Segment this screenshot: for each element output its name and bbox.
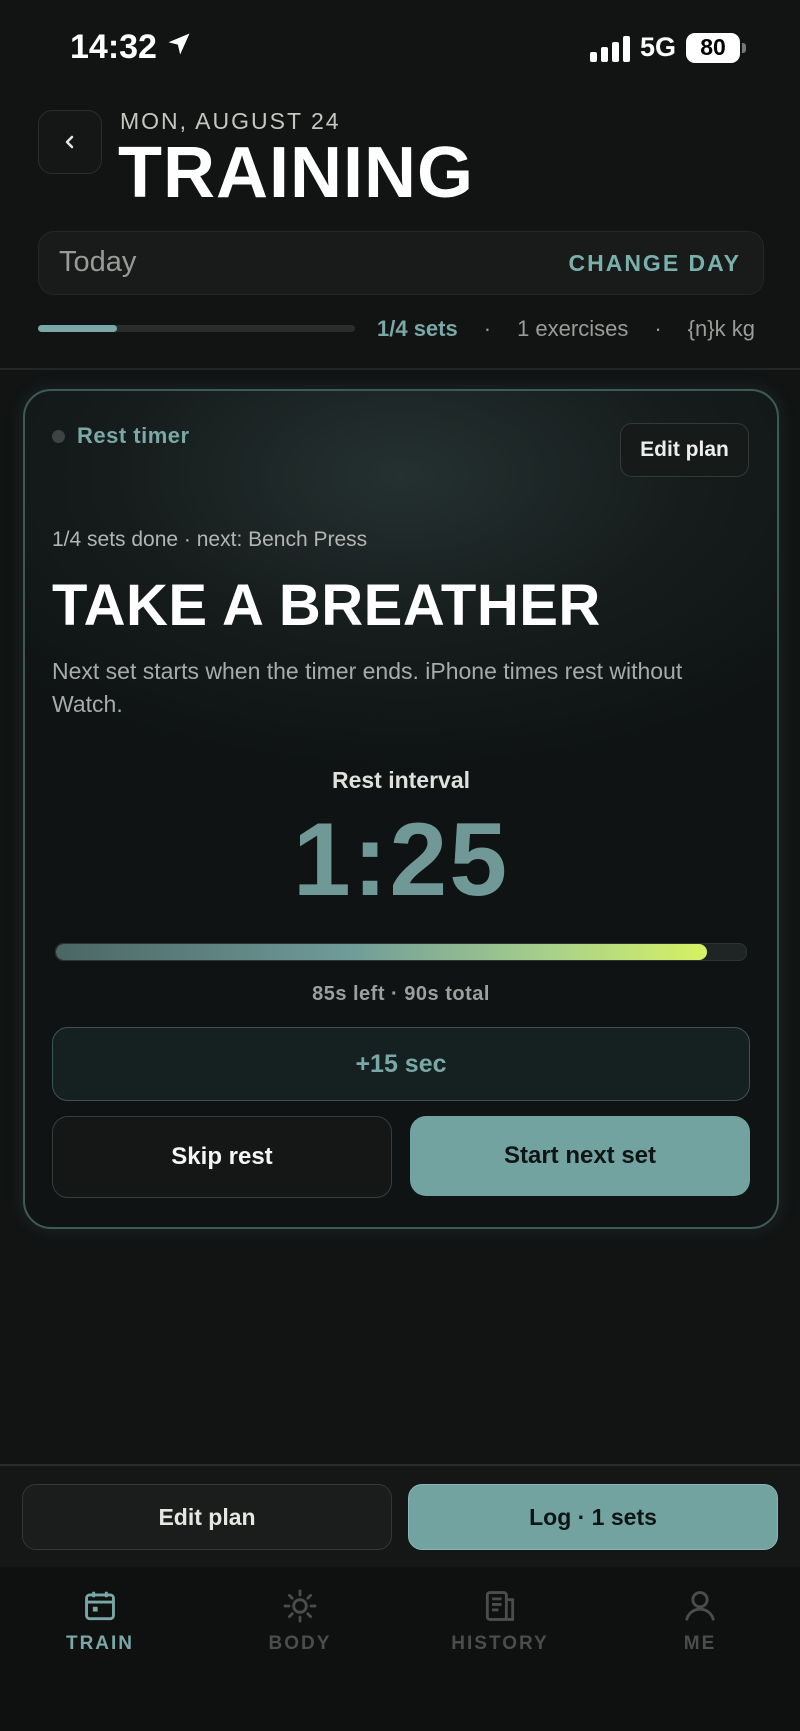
status-time: 14:32: [70, 28, 193, 67]
back-button[interactable]: [38, 110, 102, 174]
tab-label: TRAIN: [65, 1633, 135, 1654]
rest-progress-bar: [55, 943, 747, 961]
badge-label: Rest timer: [77, 423, 190, 448]
time-text: 14:32: [70, 28, 157, 66]
page-title: TRAINING: [118, 133, 474, 213]
edit-plan-bottom-button[interactable]: Edit plan: [22, 1484, 392, 1550]
rest-description: Next set starts when the timer ends. iPh…: [52, 658, 683, 717]
tab-body[interactable]: BODY: [200, 1587, 400, 1655]
sets-count: 1/4 sets: [377, 316, 458, 341]
person-icon: [685, 1591, 715, 1621]
signal-icon: [589, 34, 630, 62]
tab-bar: TRAIN BODY HISTORY ME: [0, 1567, 800, 1731]
sun-icon: [283, 1589, 317, 1623]
calendar-icon: [85, 1591, 115, 1621]
session-progress-bar: [38, 325, 355, 332]
separator: ·: [483, 316, 492, 341]
log-sets-button[interactable]: Log · 1 sets: [408, 1484, 778, 1550]
status-dot-icon: [52, 429, 65, 443]
day-selector[interactable]: Today CHANGE DAY: [38, 231, 764, 295]
sets-info: 1/4 sets done · next: Bench Press: [52, 528, 368, 551]
edit-plan-button[interactable]: Edit plan: [620, 423, 749, 477]
rest-timer-badge: Rest timer: [52, 423, 190, 449]
rest-interval-label: Rest interval: [331, 767, 471, 793]
battery-icon: 80: [686, 32, 746, 63]
skip-rest-button[interactable]: Skip rest: [52, 1116, 392, 1198]
header-divider: [0, 368, 800, 370]
start-next-set-button[interactable]: Start next set: [410, 1116, 750, 1196]
bottom-action-bar: Edit plan Log · 1 sets: [0, 1464, 800, 1569]
rest-time-left: 85s left · 90s total: [312, 983, 490, 1005]
tab-train[interactable]: TRAIN: [0, 1587, 200, 1655]
weight-total: {n}k kg: [687, 316, 755, 341]
history-icon: [485, 1591, 515, 1621]
battery-level: 80: [700, 34, 726, 60]
tab-label: HISTORY: [451, 1633, 549, 1654]
rest-title: TAKE A BREATHER: [52, 573, 601, 638]
change-day-button[interactable]: CHANGE DAY: [568, 250, 741, 277]
chevron-left-icon: [65, 135, 74, 149]
tab-label: ME: [683, 1633, 717, 1654]
location-arrow-icon: [165, 28, 193, 67]
add-15-sec-button[interactable]: +15 sec: [52, 1027, 750, 1101]
rest-progress-fill: [56, 944, 708, 960]
rest-timer-card: Rest timer Edit plan 1/4 sets done · nex…: [23, 389, 779, 1229]
exercise-count: 1 exercises: [517, 316, 629, 341]
status-indicators: 5G 80: [589, 32, 746, 63]
separator: ·: [654, 316, 662, 341]
tab-me[interactable]: ME: [600, 1587, 800, 1655]
session-progress-fill: [38, 325, 118, 332]
tab-label: BODY: [268, 1633, 332, 1654]
day-value: Today: [59, 246, 137, 278]
date-label: MON, AUGUST 24: [120, 108, 341, 134]
tab-history[interactable]: HISTORY: [400, 1587, 600, 1655]
rest-countdown: 1:25: [292, 802, 510, 918]
session-summary: 1/4 sets · 1 exercises · {n}k kg: [377, 316, 755, 342]
network-type: 5G: [639, 32, 676, 62]
